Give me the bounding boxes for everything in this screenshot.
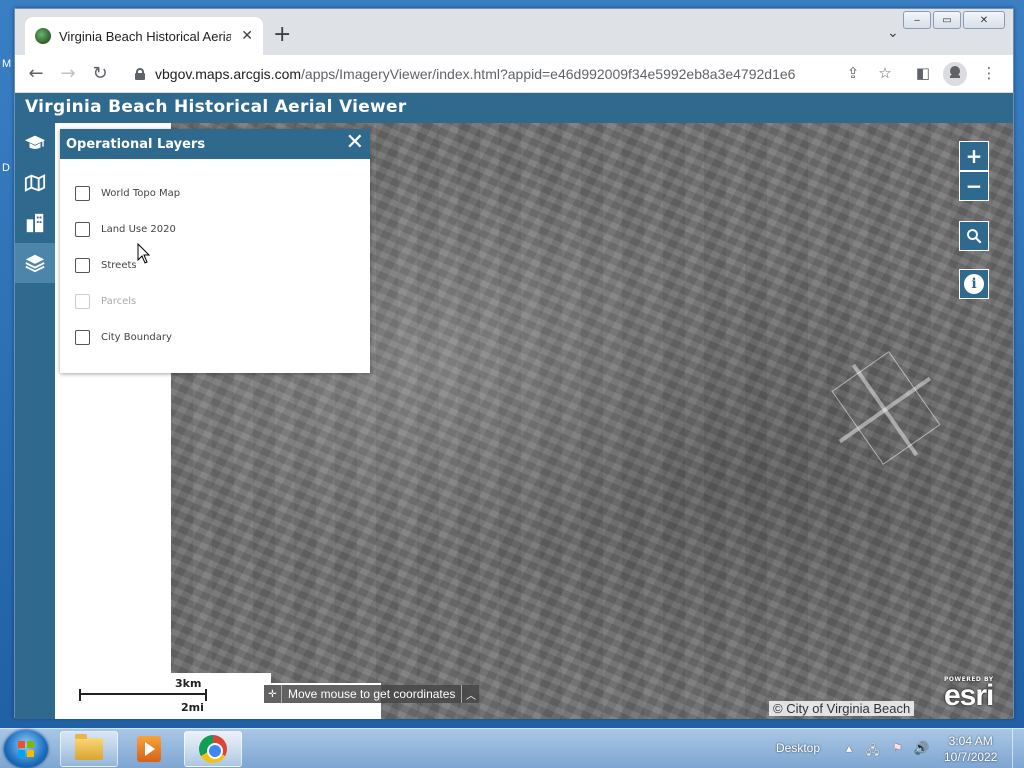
tray-expand-icon[interactable]: ▴ <box>846 741 852 755</box>
graduation-cap-icon <box>24 135 46 149</box>
maximize-button[interactable]: ▭ <box>933 11 961 29</box>
layer-item-streets[interactable]: Streets <box>75 258 137 273</box>
side-panel-icon[interactable]: ◧ <box>913 64 933 82</box>
panel-header: Operational Layers ✕ <box>60 129 370 159</box>
sidebar-item-buildings[interactable] <box>15 203 55 243</box>
esri-wordmark: esri <box>944 679 994 712</box>
layer-checkbox[interactable] <box>75 258 90 273</box>
zoom-in-button[interactable]: + <box>959 141 989 171</box>
taskbar-explorer[interactable] <box>60 731 118 767</box>
tab-search-chevron-icon[interactable]: ⌄ <box>887 25 899 41</box>
scale-mi-label: 2mi <box>181 701 204 714</box>
airfield-feature <box>831 351 941 465</box>
volume-icon[interactable]: 🔊 <box>914 741 929 755</box>
reload-icon[interactable]: ↻ <box>89 63 111 85</box>
layer-label: City Boundary <box>101 332 172 343</box>
folder-icon <box>75 734 103 760</box>
info-button[interactable]: i <box>959 269 989 299</box>
network-icon[interactable]: 🖧 <box>866 741 879 762</box>
browser-toolbar: ← → ↻ vbgov.maps.arcgis.com /apps/Imager… <box>15 55 1013 93</box>
clock-time: 3:04 AM <box>948 734 993 748</box>
desktop-toolbar-label[interactable]: Desktop <box>776 741 820 755</box>
panel-title: Operational Layers <box>66 136 206 152</box>
layer-label: World Topo Map <box>101 188 181 199</box>
layer-checkbox <box>75 294 90 309</box>
tab-strip: Virginia Beach Historical Aerial V ✕ + ⌄… <box>15 9 1013 55</box>
scale-km-label: 3km <box>175 677 202 690</box>
chevron-up-icon[interactable]: ︿ <box>461 685 479 703</box>
close-window-button[interactable]: ✕ <box>963 11 1005 29</box>
layer-checkbox[interactable] <box>75 330 90 345</box>
crosshair-icon[interactable]: ✛ <box>264 685 282 703</box>
layer-checkbox[interactable] <box>75 222 90 237</box>
clock-date: 10/7/2022 <box>944 750 998 764</box>
minimize-button[interactable]: ‒ <box>903 11 931 29</box>
action-center-flag-icon[interactable]: ⚑ <box>892 741 903 755</box>
desktop-icon-label: M <box>2 58 12 70</box>
layers-icon <box>25 254 45 273</box>
bookmark-star-icon[interactable]: ☆ <box>875 64 895 82</box>
taskbar: Desktop ▴ 🖧 ⚑ 🔊 3:04 AM 10/7/2022 <box>0 728 1024 768</box>
browser-window: Virginia Beach Historical Aerial V ✕ + ⌄… <box>14 8 1014 719</box>
url-host: vbgov.maps.arcgis.com <box>155 66 302 82</box>
globe-favicon-icon <box>35 28 51 44</box>
close-icon[interactable]: ✕ <box>346 132 364 154</box>
desktop-icon-label: D <box>2 162 10 174</box>
layer-checkbox[interactable] <box>75 186 90 201</box>
sidebar-item-about[interactable] <box>15 123 55 163</box>
layer-label: Land Use 2020 <box>101 224 176 235</box>
media-player-icon <box>137 736 161 762</box>
map-attribution: © City of Virginia Beach <box>769 701 915 716</box>
scale-line <box>79 689 207 701</box>
profile-avatar-icon[interactable] <box>943 62 967 86</box>
app-title: Virginia Beach Historical Aerial Viewer <box>25 97 407 117</box>
forward-arrow-icon[interactable]: → <box>57 63 79 85</box>
tab-close-icon[interactable]: ✕ <box>241 28 253 44</box>
imagery-viewer-app: Virginia Beach Historical Aerial Viewer <box>15 93 1013 719</box>
layer-item-city-boundary[interactable]: City Boundary <box>75 330 172 345</box>
sidebar <box>15 123 55 719</box>
map-icon <box>24 174 46 192</box>
new-tab-button[interactable]: + <box>273 23 291 47</box>
sidebar-item-basemap[interactable] <box>15 163 55 203</box>
map-view[interactable]: Operational Layers ✕ World Topo Map Land… <box>55 123 1013 719</box>
scalebar: 3km 2mi <box>79 677 209 717</box>
search-icon <box>967 229 982 244</box>
show-desktop-button[interactable] <box>1012 729 1024 768</box>
browser-tab[interactable]: Virginia Beach Historical Aerial V ✕ <box>25 17 263 55</box>
search-button[interactable] <box>959 221 989 251</box>
back-arrow-icon[interactable]: ← <box>25 63 47 85</box>
start-button[interactable] <box>4 730 48 768</box>
layer-label: Streets <box>101 260 137 271</box>
buildings-icon <box>26 213 44 233</box>
window-controls: ‒ ▭ ✕ <box>903 11 1005 29</box>
coordinates-text: Move mouse to get coordinates <box>288 687 456 701</box>
layer-label: Parcels <box>101 296 137 307</box>
chrome-icon <box>199 735 227 763</box>
app-header: Virginia Beach Historical Aerial Viewer <box>15 93 1013 123</box>
sidebar-item-layers[interactable] <box>15 243 55 283</box>
layer-item-parcels: Parcels <box>75 294 136 309</box>
menu-kebab-icon[interactable]: ⋮ <box>979 64 999 82</box>
taskbar-media-player[interactable] <box>120 731 178 767</box>
share-icon[interactable]: ⇪ <box>843 64 863 82</box>
address-bar[interactable]: vbgov.maps.arcgis.com /apps/ImageryViewe… <box>125 60 835 88</box>
tab-title: Virginia Beach Historical Aerial V <box>59 28 232 44</box>
info-icon: i <box>964 274 984 294</box>
lock-icon[interactable] <box>135 68 145 80</box>
coordinates-widget[interactable]: ✛ Move mouse to get coordinates ︿ <box>264 685 480 703</box>
layer-item-world-topo-map[interactable]: World Topo Map <box>75 186 180 201</box>
zoom-out-button[interactable]: − <box>959 171 989 201</box>
esri-logo[interactable]: POWERED BY esri <box>944 676 994 712</box>
clock[interactable]: 3:04 AM 10/7/2022 <box>944 733 997 765</box>
operational-layers-panel: Operational Layers ✕ World Topo Map Land… <box>60 129 370 373</box>
url-path: /apps/ImageryViewer/index.html?appid=e46… <box>301 66 796 82</box>
taskbar-chrome[interactable] <box>184 731 242 767</box>
layer-item-land-use-2020[interactable]: Land Use 2020 <box>75 222 176 237</box>
mouse-cursor-icon <box>137 243 151 264</box>
